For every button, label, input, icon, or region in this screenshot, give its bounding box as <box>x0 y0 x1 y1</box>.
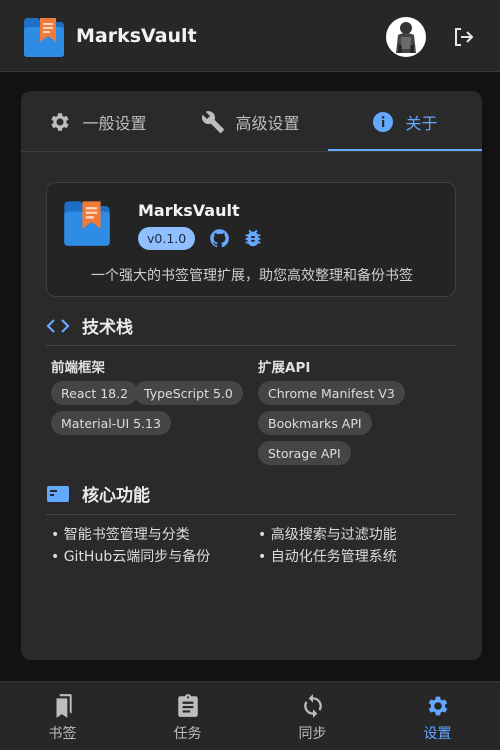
nav-label: 设置 <box>423 726 452 742</box>
tech-chip: React 18.2 <box>51 381 139 405</box>
card-icon <box>47 485 69 502</box>
nav-label: 同步 <box>298 726 327 742</box>
tech-chip: Bookmarks API <box>258 411 372 435</box>
nav-sync[interactable]: 同步 <box>250 682 375 750</box>
version-badge: v0.1.0 <box>138 227 196 250</box>
tab-about[interactable]: 关于 <box>328 91 481 152</box>
settings-tabs: 一般设置 高级设置 关于 <box>21 91 482 152</box>
tab-label: 高级设置 <box>235 113 300 133</box>
bookmark-folder-logo <box>64 201 110 246</box>
code-icon <box>46 318 70 333</box>
app-bar: MarksVault <box>0 0 500 72</box>
user-avatar[interactable] <box>386 17 426 57</box>
tech-stack-heading: 技术栈 <box>46 313 133 338</box>
tab-advanced-settings[interactable]: 高级设置 <box>174 91 327 152</box>
avatar-figure-icon <box>396 22 416 53</box>
tech-chip: Chrome Manifest V3 <box>258 381 405 405</box>
sync-icon <box>303 694 322 718</box>
tab-label: 关于 <box>405 113 438 133</box>
tab-label: 一般设置 <box>82 113 147 133</box>
wrench-icon <box>202 110 225 133</box>
app-title: MarksVault <box>76 25 197 47</box>
tech-chip: Material-UI 5.13 <box>51 411 171 435</box>
feature-item: • GitHub云端同步与备份 <box>51 549 211 565</box>
tab-general-settings[interactable]: 一般设置 <box>21 91 174 152</box>
bookmarks-icon <box>56 694 72 718</box>
section-title: 技术栈 <box>82 318 133 338</box>
active-tab-indicator <box>328 149 482 151</box>
nav-label: 任务 <box>173 726 202 742</box>
github-icon[interactable] <box>209 228 230 249</box>
bookmark-folder-logo <box>24 18 64 57</box>
nav-settings[interactable]: 设置 <box>375 682 500 750</box>
extension-api-title: 扩展API <box>258 360 311 376</box>
settings-card: 一般设置 高级设置 关于 MarksVault v0.1.0 一个强大的书签管理… <box>21 91 482 660</box>
divider <box>46 345 456 346</box>
divider <box>46 514 456 515</box>
info-icon <box>373 111 394 132</box>
app-info-box: MarksVault v0.1.0 一个强大的书签管理扩展，助您高效整理和备份书… <box>46 182 456 297</box>
bottom-navigation: 书签 任务 同步 设置 <box>0 681 500 750</box>
nav-label: 书签 <box>48 726 77 742</box>
clipboard-icon <box>177 694 198 717</box>
feature-item: • 自动化任务管理系统 <box>258 549 397 565</box>
frontend-title: 前端框架 <box>51 360 105 376</box>
features-heading: 核心功能 <box>46 481 150 506</box>
about-app-name: MarksVault <box>138 201 240 220</box>
about-description: 一个强大的书签管理扩展，助您高效整理和备份书签 <box>91 268 413 284</box>
tech-chip: Storage API <box>258 441 351 465</box>
gear-icon <box>428 696 447 716</box>
nav-tasks[interactable]: 任务 <box>125 682 250 750</box>
logout-icon[interactable] <box>451 25 475 49</box>
tech-chip: TypeScript 5.0 <box>134 381 243 405</box>
feature-item: • 智能书签管理与分类 <box>51 527 190 543</box>
bug-icon[interactable] <box>242 227 264 249</box>
feature-item: • 高级搜索与过滤功能 <box>258 527 397 543</box>
gear-icon <box>51 112 70 131</box>
section-title: 核心功能 <box>82 486 150 506</box>
nav-bookmarks[interactable]: 书签 <box>0 682 125 750</box>
